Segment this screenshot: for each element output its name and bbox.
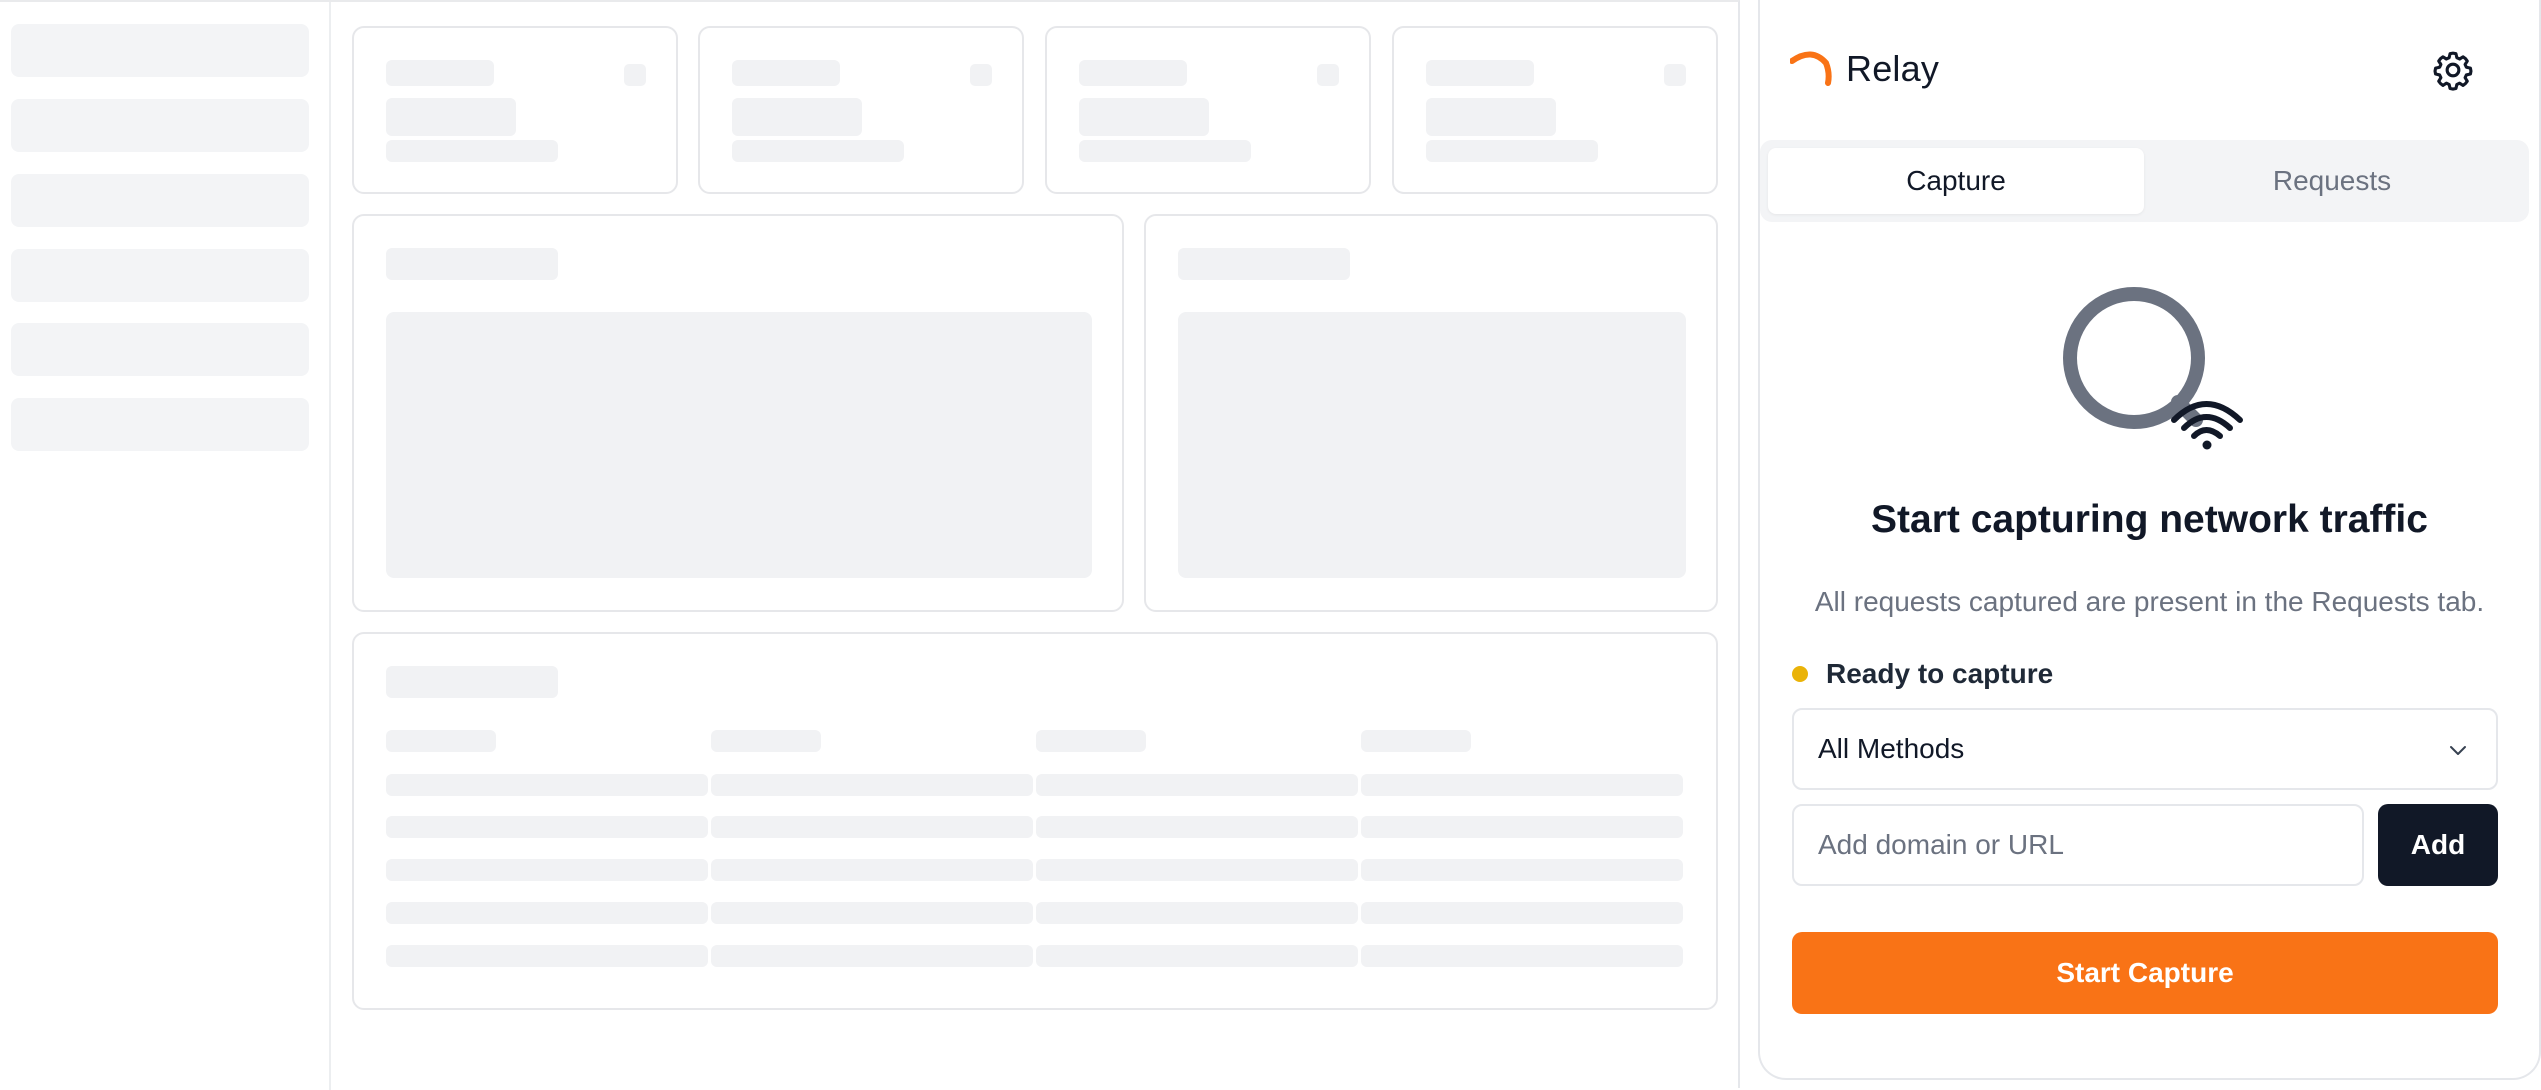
sidebar-skeleton [0,2,331,1090]
tab-capture[interactable]: Capture [1768,148,2144,214]
stat-card-placeholder [1392,26,1718,194]
gear-icon[interactable] [2431,48,2475,92]
method-select-value: All Methods [1818,733,1965,764]
start-capture-button[interactable]: Start Capture [1792,932,2498,1014]
relay-panel: Relay Capture Requests Start capturing n… [1758,0,2541,1080]
sidebar-item-placeholder [11,174,309,227]
relay-logo-icon [1790,51,1832,86]
sidebar-item-placeholder [11,323,309,376]
chart-card-placeholder [352,214,1124,612]
method-select[interactable]: All Methods [1792,708,2498,790]
sidebar-item-placeholder [11,398,309,451]
sidebar-item-placeholder [11,24,309,77]
brand-name: Relay [1846,48,1940,89]
stat-card-placeholder [698,26,1024,194]
sidebar-item-placeholder [11,99,309,152]
add-button[interactable]: Add [2378,804,2498,886]
brand-header: Relay [1790,48,1939,90]
sidebar-item-placeholder [11,249,309,302]
empty-state-heading: Start capturing network traffic [1871,498,2428,541]
stat-card-placeholder [1045,26,1371,194]
capture-status: Ready to capture [1792,658,2053,690]
app-skeleton [0,0,1740,1090]
magnifier-wifi-icon [2063,287,2243,450]
status-label: Ready to capture [1826,658,2054,689]
table-card-placeholder [352,632,1718,1010]
chevron-down-icon [2450,746,2466,755]
empty-state-description: All requests captured are present in the… [1814,586,2485,617]
status-indicator-dot [1792,666,1808,682]
domain-url-input[interactable] [1792,804,2364,886]
tab-requests[interactable]: Requests [2144,148,2520,214]
chart-card-placeholder [1144,214,1718,612]
stat-card-placeholder [352,26,678,194]
tab-bar: Capture Requests [1760,140,2529,222]
